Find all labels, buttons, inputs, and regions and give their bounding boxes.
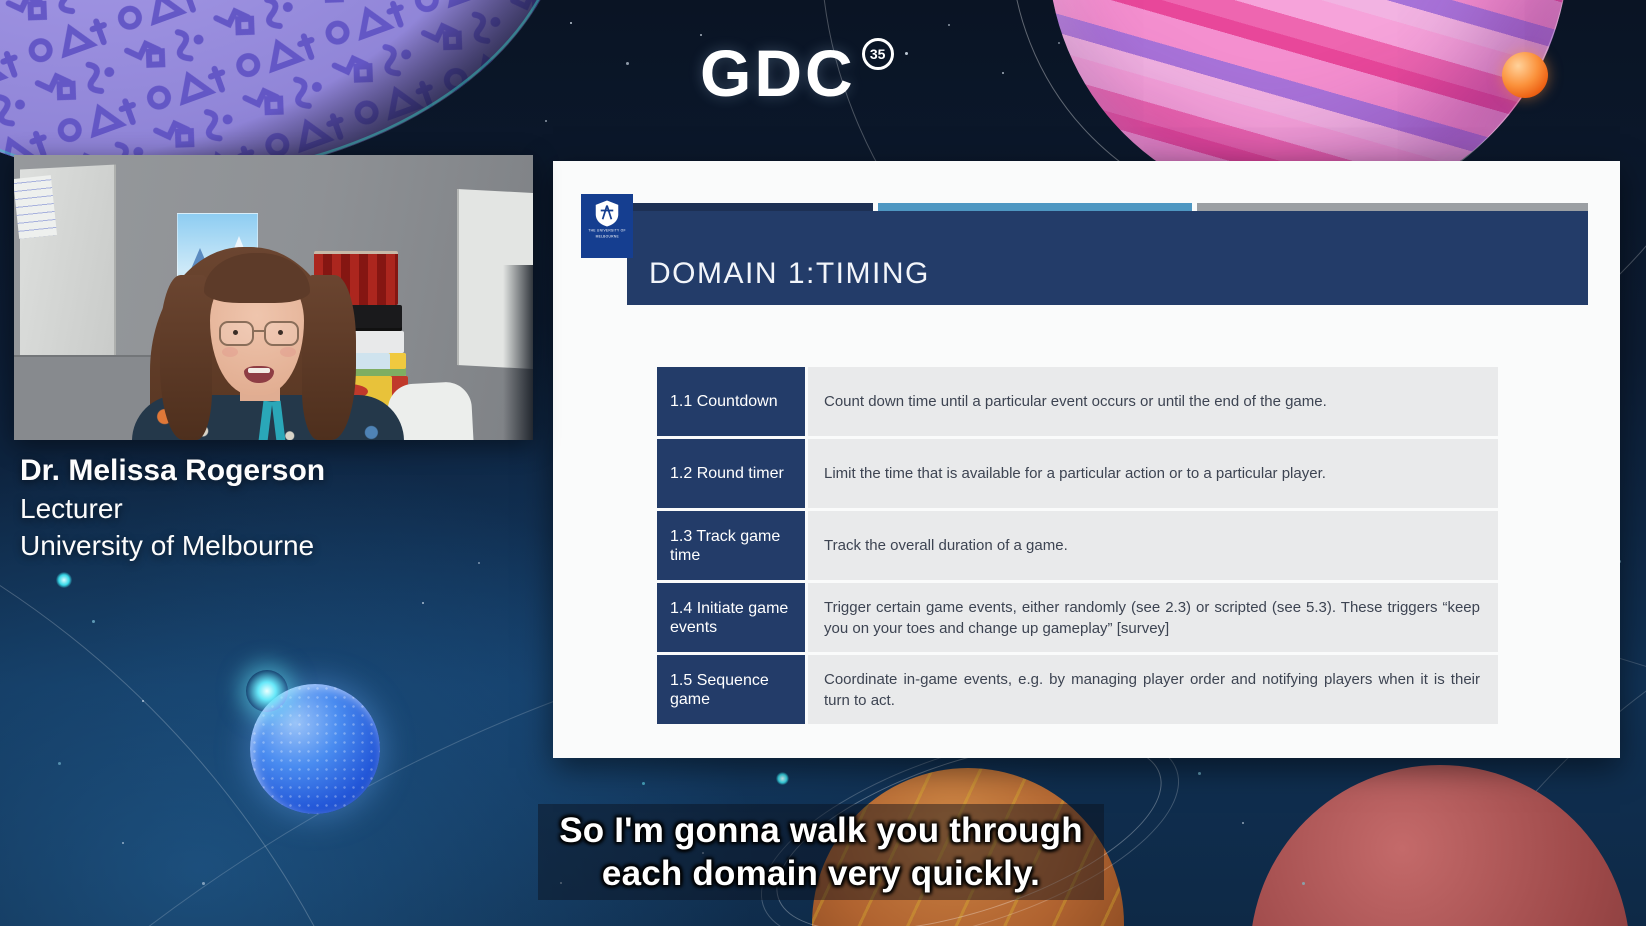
table-row-label: 1.4 Initiate game events (657, 583, 805, 652)
room-shadow (503, 265, 533, 440)
table-row-label: 1.5 Sequence game (657, 655, 805, 724)
speaker-webcam (14, 155, 533, 440)
slide-title: DOMAIN 1:TIMING (649, 257, 930, 290)
sketch-paper (14, 175, 58, 239)
speaker-hair-strand (302, 275, 356, 440)
university-of-melbourne-logo: THE UNIVERSITY OF MELBOURNE (581, 194, 633, 258)
subtitle-caption: So I'm gonna walk you through each domai… (538, 804, 1104, 900)
speaker-teeth (248, 368, 270, 373)
university-logo-text: THE UNIVERSITY OF (588, 229, 626, 233)
table-row-desc: Track the overall duration of a game. (808, 511, 1498, 580)
speaker-name: Dr. Melissa Rogerson (20, 454, 326, 487)
table-row-desc: Limit the time that is available for a p… (808, 439, 1498, 508)
speaker-eye (278, 330, 283, 335)
table-row-desc: Coordinate in-game events, e.g. by manag… (808, 655, 1498, 724)
table-row: 1.4 Initiate game events Trigger certain … (657, 583, 1498, 652)
glow-dot (56, 572, 72, 588)
speaker-nameplate: Dr. Melissa Rogerson Lecturer University… (20, 452, 325, 564)
table-row: 1.3 Track game time Track the overall dur… (657, 511, 1498, 580)
speaker-hair-strand (160, 275, 212, 440)
university-logo-text: MELBOURNE (595, 235, 619, 239)
video-frame: GDC 35 Dr. Melissa Rogerson Lecturer Uni… (0, 0, 1646, 926)
star-flare (246, 670, 288, 712)
presentation-slide: DOMAIN 1:TIMING THE UNIVERSITY OF MELBOU… (553, 161, 1620, 758)
caption-line: each domain very quickly. (601, 854, 1041, 893)
caption-line: So I'm gonna walk you through (559, 811, 1083, 850)
table-row-label: 1.1 Countdown (657, 367, 805, 436)
glasses-bridge (254, 330, 264, 332)
table-row: 1.2 Round timer Limit the time that is av… (657, 439, 1498, 508)
slide-accent-bar-gray (1197, 203, 1588, 211)
table-row: 1.5 Sequence game Coordinate in-game even… (657, 655, 1498, 724)
speaker-organization: University of Melbourne (20, 530, 315, 561)
slide-accent-bar-blue (878, 203, 1192, 211)
university-crest-icon (595, 200, 619, 227)
speaker-cheek (280, 347, 296, 357)
table-row-desc: Trigger certain game events, either rand… (808, 583, 1498, 652)
glow-dot (776, 772, 789, 785)
table-row: 1.1 Countdown Count down time until a par… (657, 367, 1498, 436)
speaker-cheek (222, 347, 238, 357)
gdc-logo-text: GDC (700, 36, 856, 110)
speaker-title: Lecturer (20, 493, 123, 524)
speaker-eye (233, 330, 238, 335)
gdc-35-badge: 35 (861, 38, 894, 70)
table-row-desc: Count down time until a particular event… (808, 367, 1498, 436)
slide-title-box: DOMAIN 1:TIMING (627, 211, 1588, 305)
table-row-label: 1.2 Round timer (657, 439, 805, 508)
gdc-logo: GDC 35 (700, 36, 894, 110)
orange-planet (1502, 52, 1548, 98)
timing-table: 1.1 Countdown Count down time until a par… (657, 367, 1498, 727)
table-row-label: 1.3 Track game time (657, 511, 805, 580)
